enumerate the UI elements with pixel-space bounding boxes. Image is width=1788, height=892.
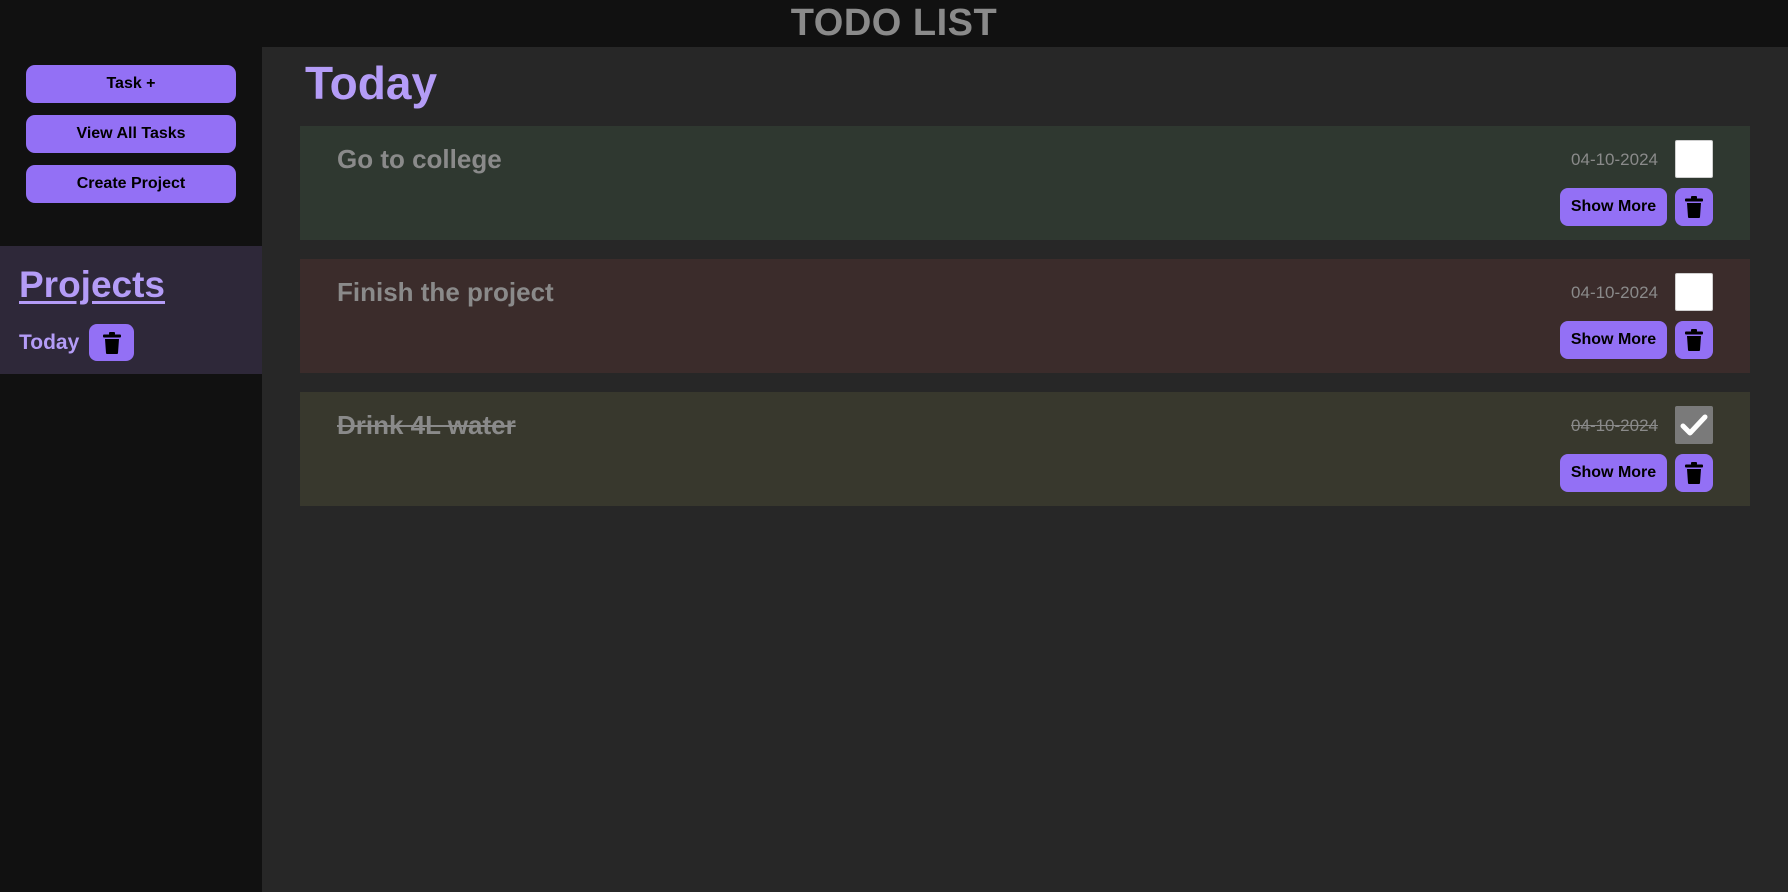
delete-task-button[interactable] — [1675, 188, 1713, 226]
page-title: Today — [305, 57, 438, 109]
trash-icon — [1685, 462, 1703, 484]
task-card: Go to college 04-10-2024 Show More — [300, 126, 1750, 240]
projects-heading: Projects — [19, 264, 166, 305]
show-more-button[interactable]: Show More — [1560, 188, 1667, 226]
delete-project-button[interactable] — [89, 324, 135, 361]
main-content: Today Go to college 04-10-2024 Show More… — [262, 47, 1788, 892]
top-bar: TODO LIST — [0, 0, 1788, 47]
app-root: TODO LIST Task + View All Tasks Create P… — [0, 0, 1788, 892]
task-date: 04-10-2024 — [1571, 283, 1658, 302]
delete-task-button[interactable] — [1675, 454, 1713, 492]
show-more-button[interactable]: Show More — [1560, 321, 1667, 359]
show-more-button[interactable]: Show More — [1560, 454, 1667, 492]
trash-icon — [102, 331, 121, 354]
task-date: 04-10-2024 — [1571, 150, 1658, 169]
sidebar: Task + View All Tasks Create Project Pro… — [0, 47, 262, 892]
task-checkbox[interactable] — [1675, 406, 1713, 444]
delete-task-button[interactable] — [1675, 321, 1713, 359]
projects-panel: Projects Today — [0, 246, 262, 374]
create-project-button[interactable]: Create Project — [26, 165, 236, 203]
task-checkbox[interactable] — [1675, 273, 1713, 311]
project-item-label[interactable]: Today — [19, 331, 79, 355]
app-title: TODO LIST — [790, 2, 998, 44]
view-all-tasks-button[interactable]: View All Tasks — [26, 115, 236, 153]
add-task-button[interactable]: Task + — [26, 65, 236, 103]
task-title: Finish the project — [337, 277, 554, 307]
task-title: Drink 4L water — [337, 410, 516, 440]
task-checkbox[interactable] — [1675, 140, 1713, 178]
task-date: 04-10-2024 — [1571, 416, 1658, 435]
task-card: Finish the project 04-10-2024 Show More — [300, 259, 1750, 373]
checkmark-icon — [1680, 414, 1708, 436]
task-card: Drink 4L water 04-10-2024 Show More — [300, 392, 1750, 506]
trash-icon — [1685, 196, 1703, 218]
trash-icon — [1685, 329, 1703, 351]
task-title: Go to college — [337, 144, 502, 174]
project-item-today: Today — [19, 324, 135, 361]
